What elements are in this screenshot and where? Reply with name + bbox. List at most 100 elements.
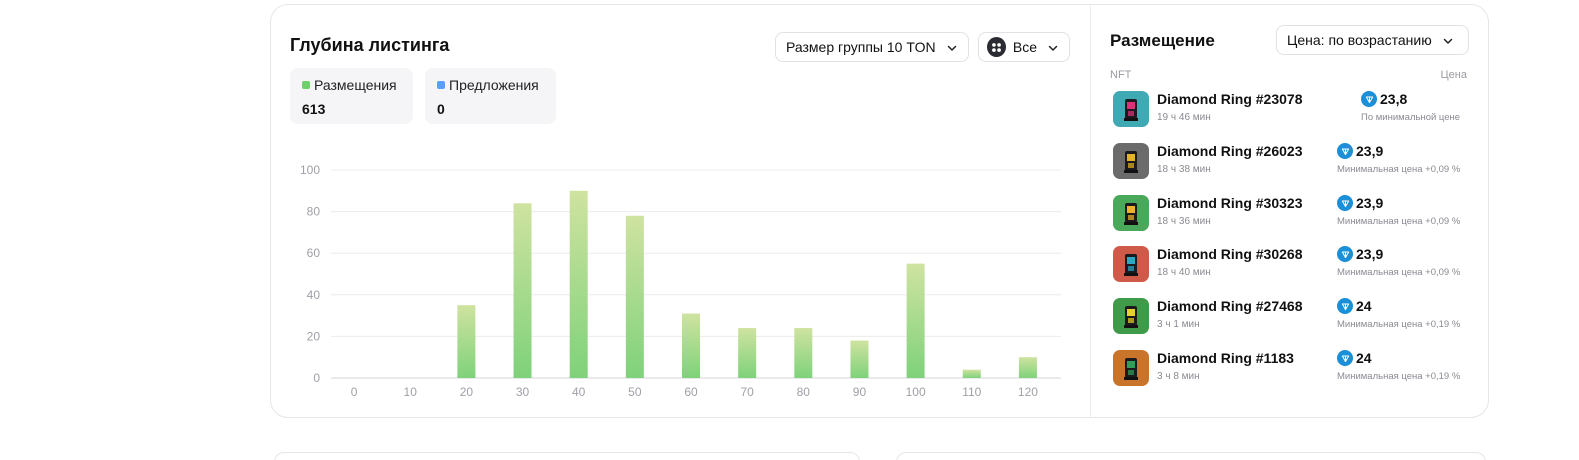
price: 23,8 — [1361, 91, 1407, 107]
x-tick-label: 60 — [684, 385, 698, 399]
bar[interactable] — [569, 190, 588, 378]
listing-time: 18 ч 36 мин — [1157, 216, 1211, 227]
listing-row[interactable]: Diamond Ring #1183 3 ч 8 мин 24 Минимальная… — [1113, 350, 1469, 390]
group-size-label: Размер группы 10 TON — [786, 39, 936, 55]
bar[interactable] — [906, 263, 925, 378]
x-tick-label: 120 — [1018, 385, 1038, 399]
price: 23,9 — [1337, 143, 1383, 159]
listing-time: 19 ч 46 мин — [1157, 112, 1211, 123]
x-tick-label: 70 — [740, 385, 754, 399]
x-tick-label: 0 — [351, 385, 358, 399]
listing-time: 18 ч 40 мин — [1157, 267, 1211, 278]
chevron-down-icon — [946, 41, 958, 53]
card-divider — [1090, 5, 1091, 417]
listing-row[interactable]: Diamond Ring #30323 18 ч 36 мин 23,9 Минима… — [1113, 195, 1469, 235]
y-tick-label: 60 — [307, 246, 321, 260]
x-tick-label: 90 — [853, 385, 867, 399]
price-note: Минимальная цена +0,19 % — [1337, 319, 1461, 330]
bar[interactable] — [962, 369, 981, 378]
stat-label: Размещения — [314, 77, 397, 93]
price-value: 23,8 — [1380, 91, 1408, 107]
stat-value: 0 — [437, 101, 445, 117]
nft-thumbnail[interactable] — [1113, 298, 1149, 334]
price-note: Минимальная цена +0,09 % — [1337, 267, 1461, 278]
column-header-price: Цена — [1440, 69, 1467, 81]
stat-listings: Размещения 613 — [290, 68, 413, 124]
listing-row[interactable]: Diamond Ring #23078 19 ч 46 мин 23,8 По мин… — [1113, 91, 1469, 131]
group-size-dropdown[interactable]: Размер группы 10 TON — [775, 32, 969, 62]
price-note: Минимальная цена +0,19 % — [1337, 371, 1461, 382]
ton-icon — [1337, 195, 1353, 211]
bar[interactable] — [457, 305, 476, 378]
price-value: 24 — [1356, 298, 1372, 314]
listing-time: 18 ч 38 мин — [1157, 164, 1211, 175]
placement-title: Размещение — [1110, 31, 1215, 50]
x-tick-label: 100 — [906, 385, 926, 399]
grid-icon — [987, 37, 1006, 57]
ton-icon — [1337, 298, 1353, 314]
bar[interactable] — [738, 328, 757, 378]
y-tick-label: 20 — [307, 329, 321, 343]
x-tick-label: 20 — [460, 385, 474, 399]
price: 23,9 — [1337, 246, 1383, 262]
x-tick-label: 50 — [628, 385, 642, 399]
nft-name[interactable]: Diamond Ring #26023 — [1157, 143, 1303, 159]
price: 24 — [1337, 350, 1372, 366]
bottom-card-left — [274, 452, 860, 460]
bottom-card-right — [896, 452, 1486, 460]
x-tick-label: 10 — [404, 385, 418, 399]
nft-thumbnail[interactable] — [1113, 195, 1149, 231]
nft-thumbnail[interactable] — [1113, 143, 1149, 179]
listing-time: 3 ч 1 мин — [1157, 319, 1200, 330]
nft-thumbnail[interactable] — [1113, 350, 1149, 386]
price-note: Минимальная цена +0,09 % — [1337, 164, 1461, 175]
stat-value: 613 — [302, 101, 326, 117]
bar[interactable] — [625, 215, 644, 378]
chevron-down-icon — [1442, 34, 1454, 46]
nft-name[interactable]: Diamond Ring #23078 — [1157, 91, 1303, 107]
ton-icon — [1337, 246, 1353, 262]
listing-time: 3 ч 8 мин — [1157, 371, 1200, 382]
x-tick-label: 80 — [797, 385, 811, 399]
nft-name[interactable]: Diamond Ring #30268 — [1157, 246, 1303, 262]
listings-legend-swatch — [302, 81, 310, 89]
ton-icon — [1337, 143, 1353, 159]
y-tick-label: 100 — [300, 163, 320, 177]
bar[interactable] — [1018, 357, 1037, 378]
stat-label: Предложения — [449, 77, 539, 93]
listing-depth-chart: 0 20 40 60 80 100 0 10 20 30 40 50 60 70 80 90 100 110 12… — [300, 163, 1061, 399]
listing-card: Глубина листинга Размер группы 10 TON Вс… — [270, 4, 1489, 418]
x-tick-label: 30 — [516, 385, 530, 399]
y-tick-label: 0 — [313, 371, 320, 385]
nft-name[interactable]: Diamond Ring #27468 — [1157, 298, 1303, 314]
filter-label: Все — [1012, 39, 1037, 55]
price-value: 23,9 — [1356, 246, 1384, 262]
nft-thumbnail[interactable] — [1113, 246, 1149, 282]
bar[interactable] — [794, 328, 813, 378]
listing-row[interactable]: Diamond Ring #30268 18 ч 40 мин 23,9 Минима… — [1113, 246, 1469, 286]
price: 23,9 — [1337, 195, 1383, 211]
collection-filter-dropdown[interactable]: Все — [978, 32, 1070, 62]
price: 24 — [1337, 298, 1372, 314]
listing-row[interactable]: Diamond Ring #26023 18 ч 38 мин 23,9 Минима… — [1113, 143, 1469, 183]
ton-icon — [1361, 91, 1377, 107]
sort-label: Цена: по возрастанию — [1287, 32, 1432, 48]
x-tick-label: 110 — [962, 385, 981, 399]
price-value: 23,9 — [1356, 195, 1384, 211]
listing-row[interactable]: Diamond Ring #27468 3 ч 1 мин 24 Минимальна… — [1113, 298, 1469, 338]
price-note: По минимальной цене — [1361, 112, 1461, 123]
price-value: 23,9 — [1356, 143, 1384, 159]
nft-thumbnail[interactable] — [1113, 91, 1149, 127]
sort-dropdown[interactable]: Цена: по возрастанию — [1276, 25, 1469, 55]
stat-offers: Предложения 0 — [425, 68, 556, 124]
y-tick-label: 40 — [307, 288, 321, 302]
bar[interactable] — [682, 313, 700, 378]
nft-name[interactable]: Diamond Ring #30323 — [1157, 195, 1303, 211]
offers-legend-swatch — [437, 81, 445, 89]
x-tick-label: 40 — [572, 385, 586, 399]
chevron-down-icon — [1047, 41, 1059, 53]
bar[interactable] — [850, 340, 869, 378]
bar[interactable] — [513, 203, 532, 378]
nft-name[interactable]: Diamond Ring #1183 — [1157, 350, 1294, 366]
price-note: Минимальная цена +0,09 % — [1337, 216, 1461, 227]
